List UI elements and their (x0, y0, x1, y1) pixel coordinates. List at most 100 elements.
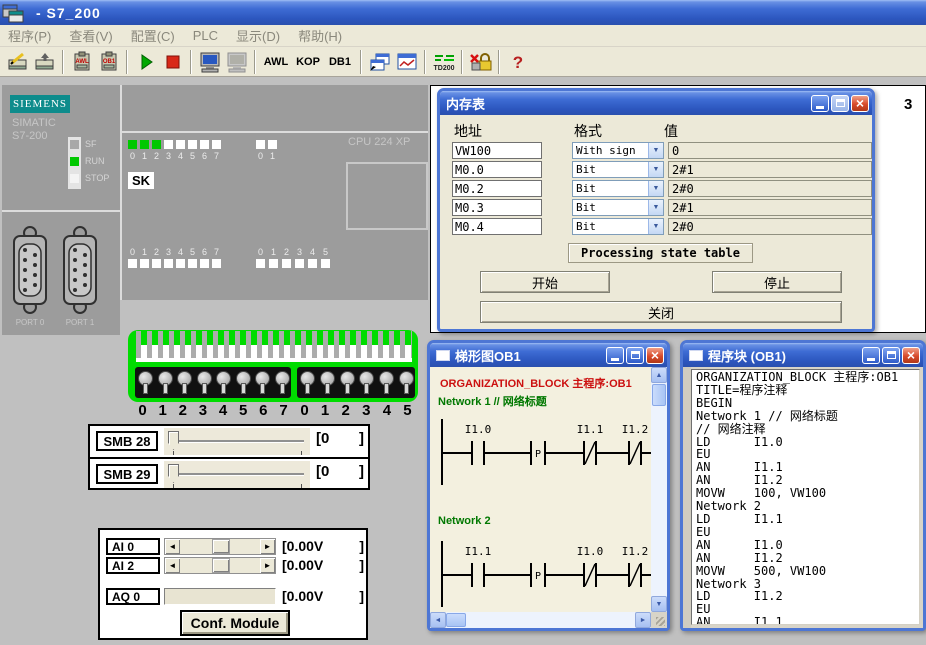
program-window-close-button[interactable]: × (902, 347, 920, 364)
address-input[interactable] (452, 180, 542, 197)
toggle-switch-3[interactable] (358, 370, 373, 396)
close-table-button[interactable]: 关闭 (480, 301, 842, 323)
slider-thumb[interactable] (168, 431, 179, 450)
toolbar-separator (190, 50, 192, 74)
toggle-switch-1[interactable] (319, 370, 334, 396)
lock-button[interactable] (467, 49, 494, 75)
dropdown-arrow-icon[interactable]: ▼ (648, 219, 663, 234)
ladder-editor[interactable]: ORGANIZATION_BLOCK 主程序:OB1 Network 1 // … (430, 367, 651, 612)
toggle-switch-0[interactable] (299, 370, 314, 396)
slider-thumb[interactable] (168, 464, 179, 483)
awl-view-button[interactable]: AWL (260, 50, 292, 74)
menu-item[interactable]: 程序(P) (8, 26, 51, 45)
scroll-up-button[interactable]: ▲ (651, 367, 667, 383)
view-ob1-button[interactable]: OB1 (95, 49, 122, 75)
value-field: 2#1 (668, 161, 872, 178)
dropdown-arrow-icon[interactable]: ▼ (648, 181, 663, 196)
program-window-maximize-button[interactable] (882, 347, 900, 364)
format-dropdown[interactable]: Bit▼ (572, 161, 664, 178)
scroll-left-button[interactable]: ◄ (165, 558, 180, 573)
format-dropdown[interactable]: Bit▼ (572, 199, 664, 216)
ladder-window-maximize-button[interactable] (626, 347, 644, 364)
address-input[interactable] (452, 161, 542, 178)
stop-button[interactable] (159, 49, 186, 75)
chart-window-button[interactable] (393, 49, 420, 75)
scroll-down-button[interactable]: ▼ (651, 596, 667, 612)
scroll-left-button[interactable]: ◄ (165, 539, 180, 554)
scroll-right-button[interactable]: ► (635, 612, 651, 628)
code-line: TITLE=程序注释 (696, 384, 919, 397)
toggle-switch-4[interactable] (378, 370, 393, 396)
toggle-switch-6[interactable] (254, 370, 269, 396)
analog-input-scrollbar[interactable]: ◄► (164, 538, 276, 555)
scrollbar-thumb[interactable] (212, 539, 230, 554)
dropdown-arrow-icon[interactable]: ▼ (648, 162, 663, 177)
ladder-window-minimize-button[interactable] (606, 347, 624, 364)
analog-input-scrollbar[interactable]: ◄► (164, 557, 276, 574)
vertical-scrollbar[interactable]: ▲ ▼ (651, 367, 667, 612)
menu-item[interactable]: 显示(D) (236, 26, 280, 45)
toggle-switch-5[interactable] (398, 370, 413, 396)
dropdown-arrow-icon[interactable]: ▼ (648, 143, 663, 158)
format-dropdown[interactable]: Bit▼ (572, 218, 664, 235)
toggle-switch-5[interactable] (235, 370, 250, 396)
menu-item[interactable]: PLC (193, 28, 218, 43)
horizontal-scrollbar[interactable]: ◄ ► (430, 612, 651, 628)
smb-slider[interactable] (164, 428, 310, 455)
save-program-button[interactable] (31, 49, 58, 75)
scrollbar-thumb[interactable] (446, 613, 466, 627)
toggle-switch-2[interactable] (339, 370, 354, 396)
scrollbar-track[interactable] (180, 558, 260, 573)
toggle-switch-0[interactable] (137, 370, 152, 396)
stop-button[interactable]: 停止 (712, 271, 842, 293)
scrollbar-thumb[interactable] (212, 558, 230, 573)
toggle-switch-1[interactable] (157, 370, 172, 396)
toggle-switch-4[interactable] (215, 370, 230, 396)
memory-window-minimize-button[interactable] (811, 95, 829, 112)
open-program-button[interactable] (4, 49, 31, 75)
menu-item[interactable]: 配置(C) (131, 26, 175, 45)
scrollbar-track[interactable] (180, 539, 260, 554)
scrollbar-thumb[interactable] (652, 384, 666, 406)
ladder-window-title: 梯形图OB1 (455, 346, 521, 365)
monitor-off-button[interactable] (223, 49, 250, 75)
address-input[interactable] (452, 142, 542, 159)
slider-tick (301, 451, 302, 455)
format-dropdown[interactable]: Bit▼ (572, 180, 664, 197)
menu-item[interactable]: 帮助(H) (298, 26, 342, 45)
menu-item[interactable]: 查看(V) (69, 26, 112, 45)
help-button[interactable]: ? (504, 49, 531, 75)
memory-window-titlebar[interactable]: 内存表 × (440, 91, 872, 115)
program-window-titlebar[interactable]: 程序块 (OB1) × (683, 343, 923, 367)
ladder-window-titlebar[interactable]: 梯形图OB1 × (430, 343, 667, 367)
cascade-windows-button[interactable] (366, 49, 393, 75)
conf-module-button[interactable]: Conf. Module (180, 610, 290, 636)
memory-window-maximize-button[interactable] (831, 95, 849, 112)
ladder-window-close-button[interactable]: × (646, 347, 664, 364)
db1-view-button[interactable]: DB1 (324, 50, 356, 74)
run-button[interactable] (132, 49, 159, 75)
toggle-switch-2[interactable] (176, 370, 191, 396)
view-awl-button[interactable]: AWL (68, 49, 95, 75)
toggle-switch-3[interactable] (196, 370, 211, 396)
switch-label: 1 (318, 402, 333, 419)
stl-code-editor[interactable]: ORGANIZATION_BLOCK 主程序:OB1TITLE=程序注释BEGI… (691, 369, 920, 625)
program-window-minimize-button[interactable] (862, 347, 880, 364)
kop-view-button[interactable]: KOP (292, 50, 324, 74)
td200-button[interactable]: TD200 (430, 49, 457, 75)
start-button[interactable]: 开始 (480, 271, 610, 293)
address-input[interactable] (452, 199, 542, 216)
monitor-on-button[interactable] (196, 49, 223, 75)
dropdown-arrow-icon[interactable]: ▼ (648, 200, 663, 215)
memory-window-close-button[interactable]: × (851, 95, 869, 112)
resize-grip[interactable] (651, 612, 667, 628)
format-dropdown[interactable]: With sign▼ (572, 142, 664, 159)
scroll-right-button[interactable]: ► (260, 539, 275, 554)
address-input[interactable] (452, 218, 542, 235)
main-titlebar[interactable]: - S7_200 (0, 0, 926, 25)
scroll-right-button[interactable]: ► (260, 558, 275, 573)
toggle-switch-7[interactable] (274, 370, 289, 396)
scroll-left-button[interactable]: ◄ (430, 612, 446, 628)
smb-slider[interactable] (164, 461, 310, 488)
switch-label: 0 (135, 402, 150, 419)
